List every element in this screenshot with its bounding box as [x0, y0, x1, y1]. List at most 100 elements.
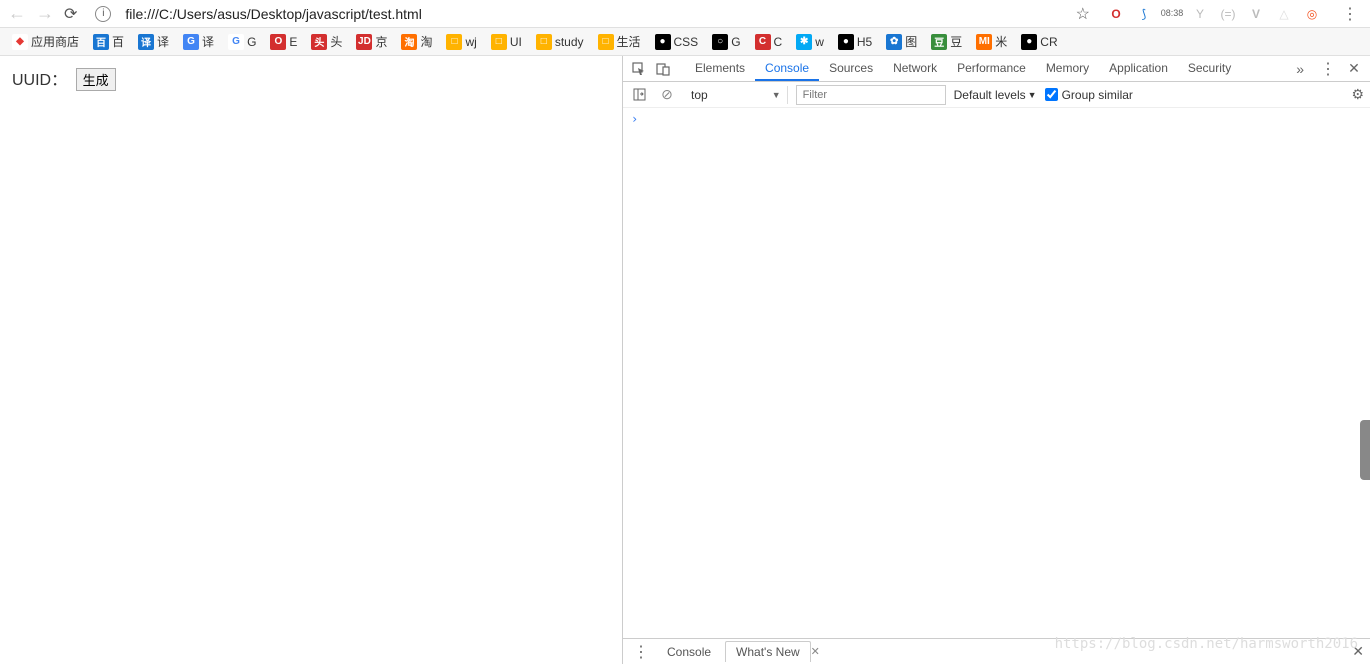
- bookmark-label: 图: [905, 33, 917, 50]
- drawer-tab-whatsnew[interactable]: What's New: [725, 641, 811, 662]
- console-sidebar-toggle[interactable]: [629, 85, 649, 105]
- bookmark-label: 译: [202, 33, 214, 50]
- forward-button[interactable]: →: [36, 3, 54, 24]
- bookmark-label: 淘: [420, 33, 432, 50]
- console-settings-icon[interactable]: ⚙: [1351, 86, 1364, 103]
- device-toggle-icon[interactable]: [653, 59, 673, 79]
- bookmark-favicon: □: [446, 34, 462, 50]
- console-toolbar: ⊘ top ▼ Default levels▼ Group similar ⚙: [623, 82, 1370, 108]
- target-ext-icon[interactable]: ◎: [1304, 6, 1320, 22]
- uuid-label: UUID：: [12, 72, 67, 89]
- bookmark-item[interactable]: GG: [224, 32, 260, 52]
- bookmark-favicon: G: [228, 34, 244, 50]
- bookmark-favicon: MI: [976, 34, 992, 50]
- devtools-tab-application[interactable]: Application: [1099, 57, 1178, 81]
- bookmark-item[interactable]: ●H5: [834, 32, 876, 52]
- bookmark-label: UI: [510, 35, 522, 49]
- bookmark-item[interactable]: ✿图: [882, 31, 921, 52]
- bookmark-favicon: ◆: [12, 34, 28, 50]
- devtools-tab-memory[interactable]: Memory: [1036, 57, 1099, 81]
- devtools-header: ElementsConsoleSourcesNetworkPerformance…: [623, 56, 1370, 82]
- back-button[interactable]: ←: [8, 3, 26, 24]
- group-similar-checkbox[interactable]: Group similar: [1045, 88, 1133, 102]
- bookmark-favicon: ○: [712, 34, 728, 50]
- bookmark-favicon: ✱: [796, 34, 812, 50]
- bookmark-label: G: [731, 35, 740, 49]
- bookmark-label: 百: [112, 33, 124, 50]
- devtools-more-tabs[interactable]: »: [1288, 61, 1312, 77]
- drawer-tab-close-icon[interactable]: ✕: [811, 645, 820, 658]
- devtools-tabs: ElementsConsoleSourcesNetworkPerformance…: [685, 57, 1284, 81]
- bookmark-item[interactable]: 淘淘: [397, 31, 436, 52]
- clear-console-icon[interactable]: ⊘: [657, 85, 677, 105]
- bookmark-item[interactable]: OE: [266, 32, 301, 52]
- bookmark-item[interactable]: □生活: [594, 31, 645, 52]
- log-levels-selector[interactable]: Default levels▼: [954, 88, 1037, 102]
- bookmark-label: 生活: [617, 33, 641, 50]
- scrollbar-handle[interactable]: [1360, 420, 1370, 480]
- info-icon[interactable]: i: [95, 6, 111, 22]
- swoosh-icon[interactable]: ⟆: [1136, 6, 1152, 22]
- bookmark-label: 米: [995, 33, 1007, 50]
- context-selector[interactable]: top ▼: [685, 86, 788, 104]
- bookmark-item[interactable]: 头头: [307, 31, 346, 52]
- drawer-close-icon[interactable]: ✕: [1352, 643, 1364, 660]
- bookmark-favicon: 豆: [931, 34, 947, 50]
- bookmark-item[interactable]: ✱w: [792, 32, 828, 52]
- bookmark-item[interactable]: 豆豆: [927, 31, 966, 52]
- bookmark-label: 京: [375, 33, 387, 50]
- bookmark-label: CR: [1040, 35, 1057, 49]
- inspect-element-icon[interactable]: [629, 59, 649, 79]
- tri-ext-icon[interactable]: △: [1276, 6, 1292, 22]
- address-bar[interactable]: file:///C:/Users/asus/Desktop/javascript…: [121, 6, 1065, 22]
- devtools-tab-security[interactable]: Security: [1178, 57, 1241, 81]
- opera-icon[interactable]: O: [1108, 6, 1124, 22]
- console-filter-input[interactable]: [796, 85, 946, 105]
- bookmark-favicon: ✿: [886, 34, 902, 50]
- code-ext-icon[interactable]: (=): [1220, 6, 1236, 22]
- bookmark-label: G: [247, 35, 256, 49]
- devtools-tab-performance[interactable]: Performance: [947, 57, 1036, 81]
- devtools-tab-network[interactable]: Network: [883, 57, 947, 81]
- generate-button[interactable]: 生成: [76, 68, 116, 91]
- console-body[interactable]: ›: [623, 108, 1370, 638]
- bookmark-label: 应用商店: [31, 33, 79, 50]
- clock-icon[interactable]: 08:38: [1164, 6, 1180, 22]
- bookmark-item[interactable]: □study: [532, 32, 588, 52]
- bookmark-item[interactable]: ●CSS: [651, 32, 703, 52]
- bookmark-favicon: 淘: [401, 34, 417, 50]
- grey-ext-icon[interactable]: Y: [1192, 6, 1208, 22]
- devtools-menu[interactable]: ⋮: [1316, 59, 1340, 79]
- bookmark-label: 头: [330, 33, 342, 50]
- bookmark-item[interactable]: 百百: [89, 31, 128, 52]
- devtools-close-icon[interactable]: ✕: [1344, 59, 1364, 79]
- bookmark-favicon: ●: [1021, 34, 1037, 50]
- bookmark-item[interactable]: ●CR: [1017, 32, 1061, 52]
- devtools-tab-sources[interactable]: Sources: [819, 57, 883, 81]
- devtools-tab-console[interactable]: Console: [755, 57, 819, 81]
- drawer-menu[interactable]: ⋮: [629, 642, 653, 662]
- devtools-panel: ElementsConsoleSourcesNetworkPerformance…: [622, 56, 1370, 664]
- bookmark-item[interactable]: ◆应用商店: [8, 31, 83, 52]
- bookmark-favicon: G: [183, 34, 199, 50]
- bookmark-favicon: 译: [138, 34, 154, 50]
- bookmark-item[interactable]: □wj: [442, 32, 480, 52]
- reload-button[interactable]: ⟳: [64, 4, 77, 24]
- v-ext-icon[interactable]: V: [1248, 6, 1264, 22]
- bookmark-star-icon[interactable]: ☆: [1076, 4, 1090, 24]
- bookmark-item[interactable]: 译译: [134, 31, 173, 52]
- bookmark-favicon: 头: [311, 34, 327, 50]
- bookmark-item[interactable]: □UI: [487, 32, 526, 52]
- browser-menu-button[interactable]: ⋮: [1338, 4, 1362, 24]
- bookmark-item[interactable]: ○G: [708, 32, 744, 52]
- bookmark-item[interactable]: MI米: [972, 31, 1011, 52]
- drawer-tab-console[interactable]: Console: [657, 642, 721, 662]
- bookmark-favicon: □: [598, 34, 614, 50]
- bookmark-item[interactable]: CC: [751, 32, 787, 52]
- extension-icons: O ⟆ 08:38 Y (=) V △ ◎: [1100, 6, 1328, 22]
- devtools-tab-elements[interactable]: Elements: [685, 57, 755, 81]
- console-prompt: ›: [631, 112, 638, 126]
- group-similar-input[interactable]: [1045, 88, 1058, 101]
- bookmark-item[interactable]: JD京: [352, 31, 391, 52]
- bookmark-item[interactable]: G译: [179, 31, 218, 52]
